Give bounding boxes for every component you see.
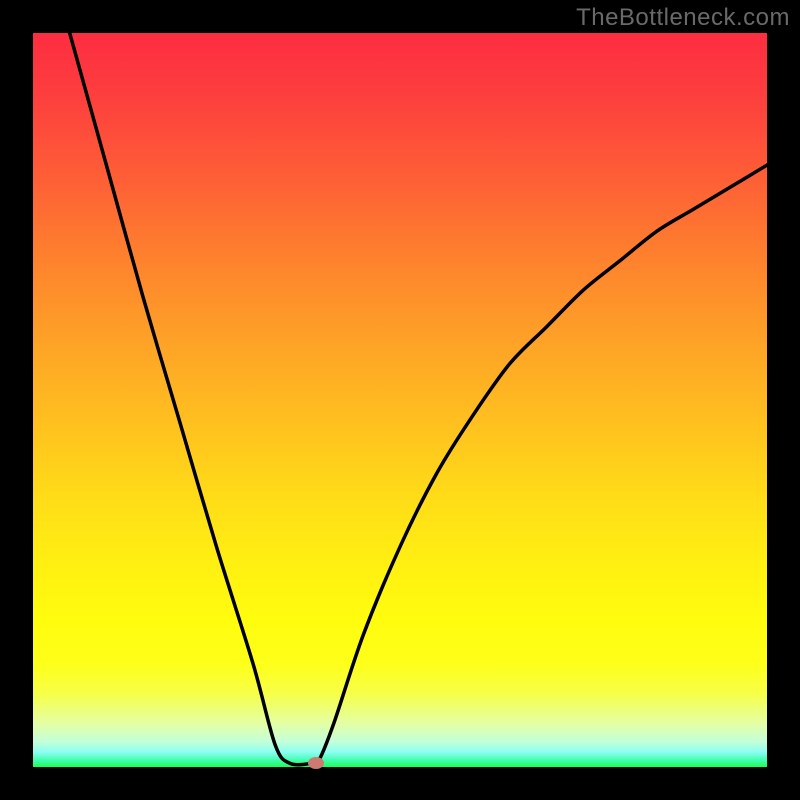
watermark-text: TheBottleneck.com	[576, 4, 790, 32]
plot-area	[33, 33, 767, 767]
optimal-point-marker	[308, 757, 324, 769]
bottleneck-curve	[33, 33, 767, 767]
